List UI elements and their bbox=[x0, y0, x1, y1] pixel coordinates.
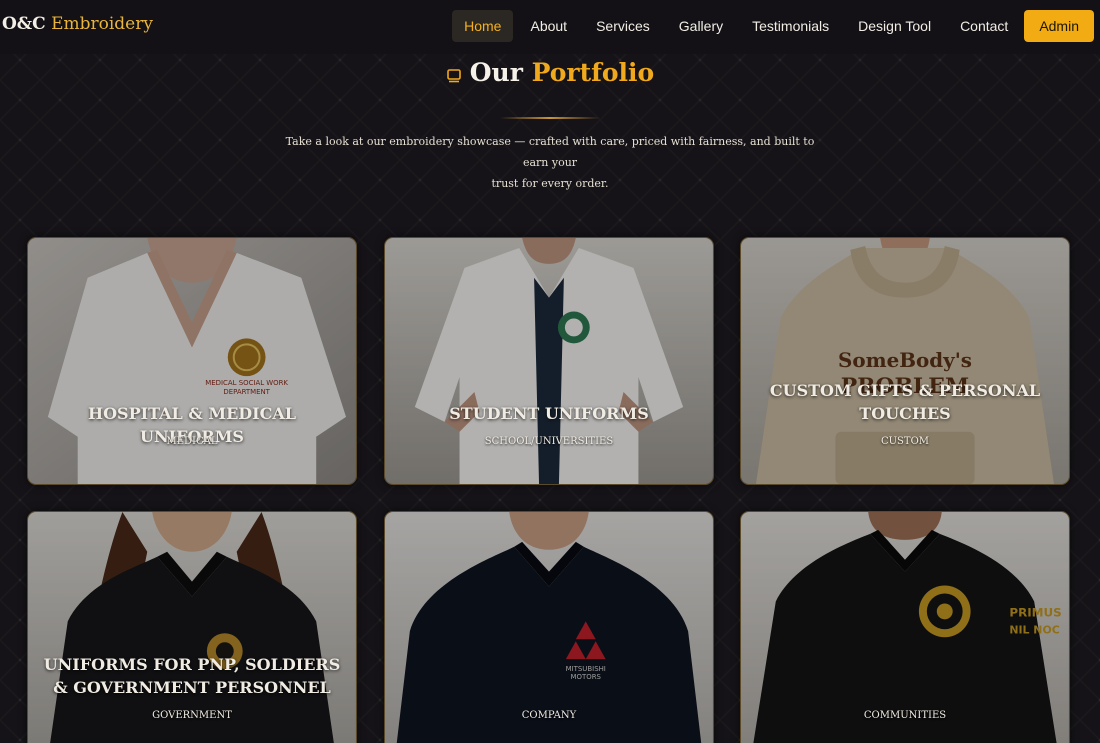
card-overlay bbox=[385, 512, 713, 743]
title-first: Our bbox=[469, 58, 523, 87]
nav-testimonials[interactable]: Testimonials bbox=[740, 10, 841, 42]
portfolio-card-medical[interactable]: MEDICAL SOCIAL WORK DEPARTMENT HOSPITAL … bbox=[27, 237, 357, 485]
nav-about[interactable]: About bbox=[518, 10, 579, 42]
nav-gallery[interactable]: Gallery bbox=[667, 10, 735, 42]
intro-line-1: Take a look at our embroidery showcase —… bbox=[285, 135, 815, 169]
card-overlay bbox=[385, 238, 713, 484]
card-overlay bbox=[28, 512, 356, 743]
title-second: Portfolio bbox=[531, 58, 655, 87]
intro-line-2: trust for every order. bbox=[491, 177, 609, 190]
gallery-icon bbox=[446, 69, 461, 83]
card-title: UNIFORMS FOR PNP, SOLDIERS & GOVERNMENT … bbox=[43, 655, 341, 697]
title-divider bbox=[500, 117, 600, 119]
portfolio-card-student[interactable]: STUDENT UNIFORMS SCHOOL/UNIVERSITIES bbox=[384, 237, 714, 485]
section-title: Our Portfolio bbox=[0, 58, 1100, 87]
nav-menu: Home About Services Gallery Testimonials… bbox=[447, 10, 1094, 42]
intro-text: Take a look at our embroidery showcase —… bbox=[275, 131, 825, 194]
portfolio-card-government[interactable]: UNIFORMS FOR PNP, SOLDIERS & GOVERNMENT … bbox=[27, 511, 357, 743]
nav-contact[interactable]: Contact bbox=[948, 10, 1020, 42]
nav-services[interactable]: Services bbox=[584, 10, 662, 42]
card-title: CUSTOM GIFTS & PERSONAL TOUCHES bbox=[769, 381, 1041, 423]
card-category: COMMUNITIES bbox=[863, 710, 947, 721]
nav-design-tool[interactable]: Design Tool bbox=[846, 10, 943, 42]
brand-logo[interactable]: O&C Embroidery bbox=[2, 14, 153, 34]
brand-name-first: O&C bbox=[2, 14, 46, 34]
portfolio-card-company[interactable]: MITSUBISHI MOTORS COMPANY bbox=[384, 511, 714, 743]
nav-home[interactable]: Home bbox=[452, 10, 514, 42]
card-category: CUSTOM bbox=[880, 436, 930, 447]
admin-button[interactable]: Admin bbox=[1024, 10, 1094, 42]
card-overlay bbox=[741, 238, 1069, 484]
card-title: STUDENT UNIFORMS bbox=[449, 404, 649, 423]
card-category: GOVERNMENT bbox=[152, 710, 232, 721]
portfolio-card-custom[interactable]: SomeBody's PROBLEM CUSTOM GIFTS & PERSON… bbox=[740, 237, 1070, 485]
card-overlay bbox=[741, 512, 1069, 743]
brand-name-second: Embroidery bbox=[51, 14, 153, 34]
card-category: MEDICAL bbox=[166, 436, 218, 447]
card-category: COMPANY bbox=[521, 710, 577, 721]
portfolio-card-communities[interactable]: PRIMUS NIL NOC COMMUNITIES bbox=[740, 511, 1070, 743]
navbar: O&C Embroidery Home About Services Galle… bbox=[0, 0, 1100, 54]
card-category: SCHOOL/UNIVERSITIES bbox=[484, 436, 614, 447]
